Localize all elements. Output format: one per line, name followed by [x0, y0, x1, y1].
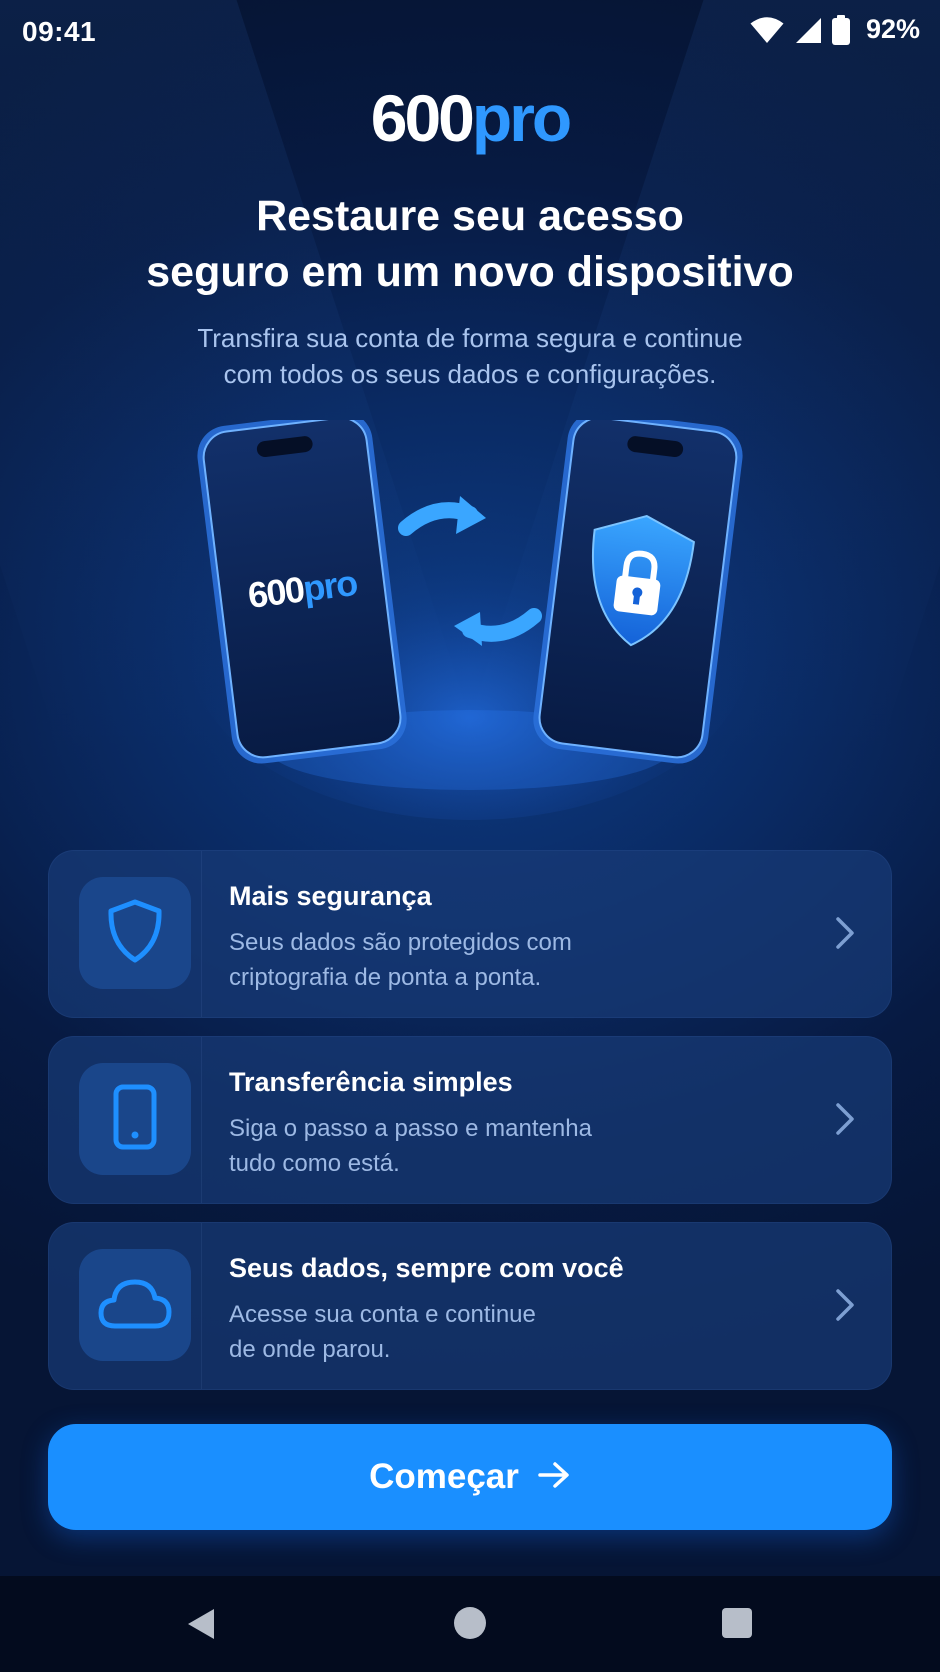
page-title-line-1: Restaure seu acesso — [256, 192, 684, 240]
back-icon[interactable] — [186, 1607, 216, 1646]
feature-card-transfer[interactable]: Transferência simples Siga o passo a pas… — [48, 1036, 892, 1204]
status-bar: 09:41 92% — [0, 0, 940, 64]
page-subtitle-line-2: com todos os seus dados e configurações. — [223, 359, 717, 389]
cloud-icon — [97, 1276, 173, 1335]
chevron-right-icon — [833, 1287, 857, 1328]
feature-card-security[interactable]: Mais segurança Seus dados são protegidos… — [48, 850, 892, 1018]
device-transfer-illustration: 600pro — [180, 420, 760, 820]
home-icon[interactable] — [454, 1607, 486, 1639]
chevron-right-icon — [833, 1101, 857, 1142]
logo-part-pro: pro — [471, 81, 572, 155]
system-nav-bar — [0, 1576, 940, 1672]
page-title: Restaure seu acesso seguro em um novo di… — [60, 188, 880, 300]
arrow-right-icon — [537, 1460, 571, 1495]
start-button-label: Começar — [369, 1457, 519, 1496]
status-time: 09:41 — [22, 16, 97, 47]
feature-icon-tile — [79, 1063, 191, 1175]
recents-icon[interactable] — [722, 1608, 752, 1638]
feature-description: Seus dados são protegidos com criptograf… — [229, 929, 572, 991]
feature-icon-tile — [79, 877, 191, 989]
battery-percent: 92% — [865, 14, 920, 44]
phone-logo-600: 600 — [246, 568, 307, 616]
feature-description: Siga o passo a passo e mantenha tudo com… — [229, 1115, 592, 1177]
feature-title: Seus dados, sempre com você — [229, 1253, 624, 1283]
page-title-line-2: seguro em um novo dispositivo — [146, 248, 794, 296]
chevron-right-icon — [833, 915, 857, 956]
start-button[interactable]: Começar — [48, 1424, 892, 1530]
feature-title: Mais segurança — [229, 881, 432, 911]
wifi-icon — [750, 16, 784, 44]
page-subtitle-line-1: Transfira sua conta de forma segura e co… — [197, 323, 743, 353]
feature-icon-tile — [79, 1249, 191, 1361]
shield-icon — [105, 898, 165, 969]
app-logo: 600pro — [0, 78, 940, 158]
phone-logo-pro: pro — [301, 562, 360, 609]
status-icons: 92% — [750, 14, 920, 45]
feature-description: Acesse sua conta e continue de onde paro… — [229, 1301, 536, 1363]
battery-icon — [831, 14, 850, 45]
cellular-signal-icon — [794, 16, 822, 44]
feature-card-cloud[interactable]: Seus dados, sempre com você Acesse sua c… — [48, 1222, 892, 1390]
smartphone-icon — [111, 1084, 159, 1155]
page-subtitle: Transfira sua conta de forma segura e co… — [90, 320, 850, 392]
logo-part-600: 600 — [370, 81, 475, 155]
feature-title: Transferência simples — [229, 1067, 513, 1097]
